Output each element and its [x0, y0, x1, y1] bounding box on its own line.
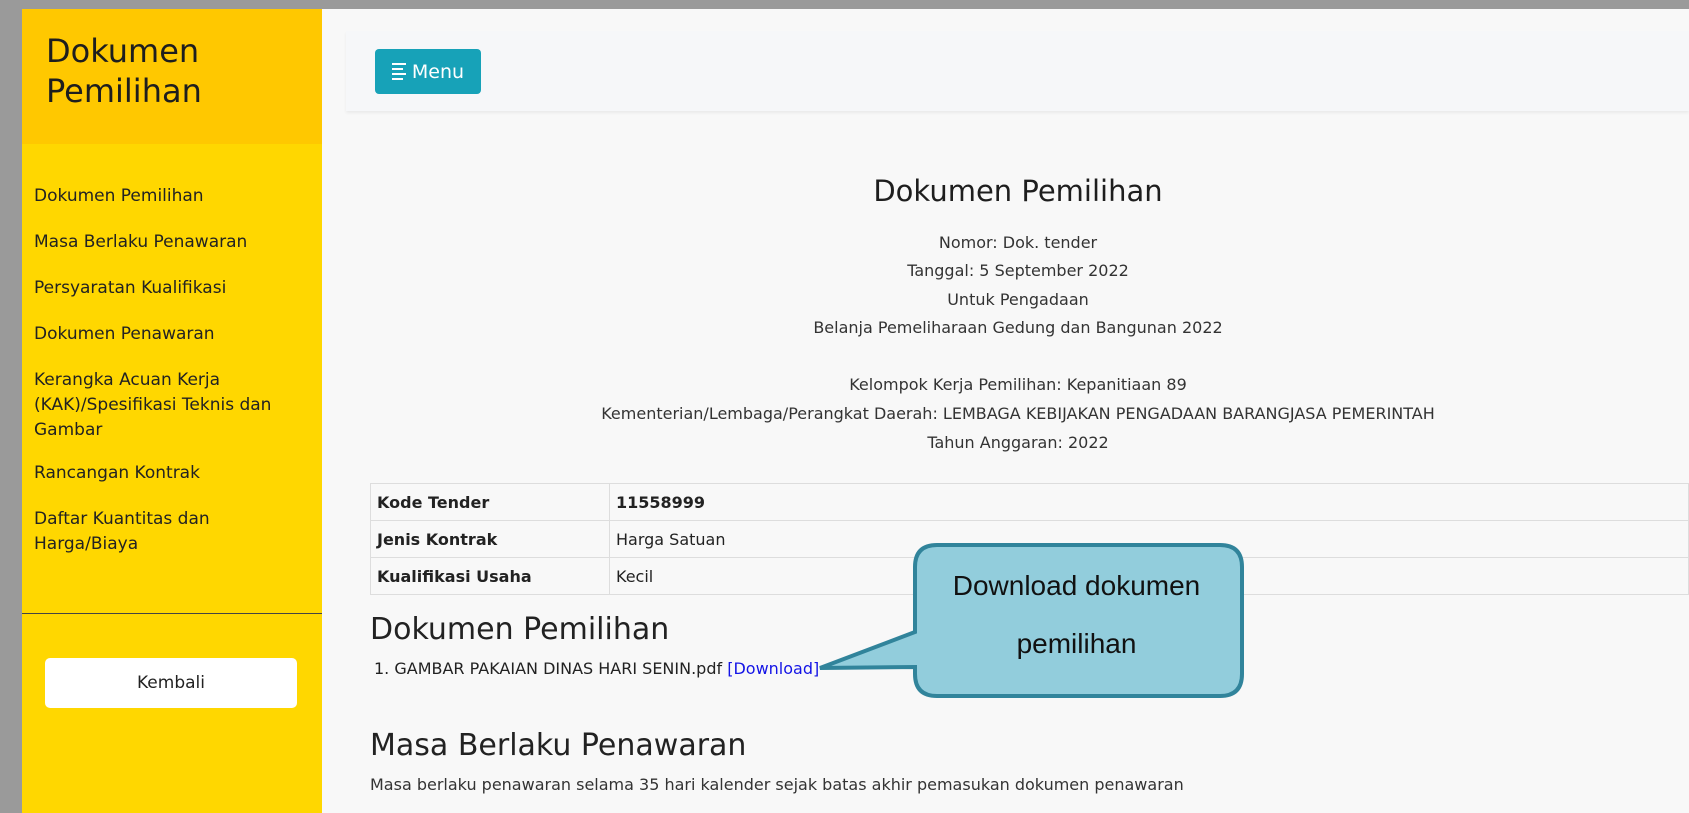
masa-berlaku-text: Masa berlaku penawaran selama 35 hari ka… [370, 775, 1184, 794]
file-list-item: 1. GAMBAR PAKAIAN DINAS HARI SENIN.pdf [… [374, 659, 819, 678]
download-link[interactable]: [Download] [727, 659, 819, 678]
section-title-dokumen: Dokumen Pemilihan [370, 612, 670, 647]
sidebar-item-kak-spesifikasi[interactable]: Kerangka Acuan Kerja (KAK)/Spesifikasi T… [34, 368, 314, 443]
document-tanggal: Tanggal: 5 September 2022 [907, 261, 1129, 280]
sidebar-item-rancangan-kontrak[interactable]: Rancangan Kontrak [34, 461, 314, 486]
table-label: Kualifikasi Usaha [370, 557, 610, 595]
callout-line-2: pemilihan [1016, 628, 1137, 659]
callout-text: Download dokumen pemilihan [914, 557, 1239, 673]
document-klpd: Kementerian/Lembaga/Perangkat Daerah: LE… [601, 404, 1435, 423]
callout-line-1: Download dokumen [952, 570, 1201, 601]
document-heading: Dokumen Pemilihan [873, 174, 1163, 208]
table-value: Harga Satuan [609, 520, 1689, 558]
menu-button[interactable]: Menu [375, 49, 481, 94]
sidebar-item-daftar-kuantitas[interactable]: Daftar Kuantitas dan Harga/Biaya [34, 507, 314, 557]
bars-icon [391, 63, 406, 80]
table-value: 11558999 [609, 483, 1689, 521]
menu-button-label: Menu [411, 60, 465, 83]
back-button[interactable]: Kembali [45, 658, 297, 708]
file-name: 1. GAMBAR PAKAIAN DINAS HARI SENIN.pdf [374, 659, 723, 678]
table-row: Kode Tender 11558999 [370, 483, 1689, 521]
top-bar: Menu [346, 31, 1689, 111]
table-label: Jenis Kontrak [370, 520, 610, 558]
sidebar-header: Dokumen Pemilihan [22, 9, 322, 144]
sidebar-title: Dokumen Pemilihan [46, 32, 202, 110]
section-title-masa: Masa Berlaku Penawaran [370, 728, 747, 763]
table-row: Jenis Kontrak Harga Satuan [370, 520, 1689, 558]
sidebar-item-masa-berlaku-penawaran[interactable]: Masa Berlaku Penawaran [34, 230, 314, 255]
sidebar: Dokumen Pemilihan Dokumen Pemilihan Masa… [22, 9, 322, 813]
document-paket: Belanja Pemeliharaan Gedung dan Bangunan… [813, 318, 1223, 337]
document-pokja: Kelompok Kerja Pemilihan: Kepanitiaan 89 [849, 375, 1187, 394]
screen-frame: Dokumen Pemilihan Dokumen Pemilihan Masa… [0, 0, 1689, 813]
sidebar-item-dokumen-pemilihan[interactable]: Dokumen Pemilihan [34, 184, 314, 209]
sidebar-divider [22, 613, 322, 614]
document-tahun: Tahun Anggaran: 2022 [927, 433, 1109, 452]
document-nomor: Nomor: Dok. tender [938, 233, 1098, 252]
sidebar-item-dokumen-penawaran[interactable]: Dokumen Penawaran [34, 322, 314, 347]
sidebar-item-persyaratan-kualifikasi[interactable]: Persyaratan Kualifikasi [34, 276, 314, 301]
table-label: Kode Tender [370, 483, 610, 521]
document-untuk: Untuk Pengadaan [947, 290, 1089, 309]
